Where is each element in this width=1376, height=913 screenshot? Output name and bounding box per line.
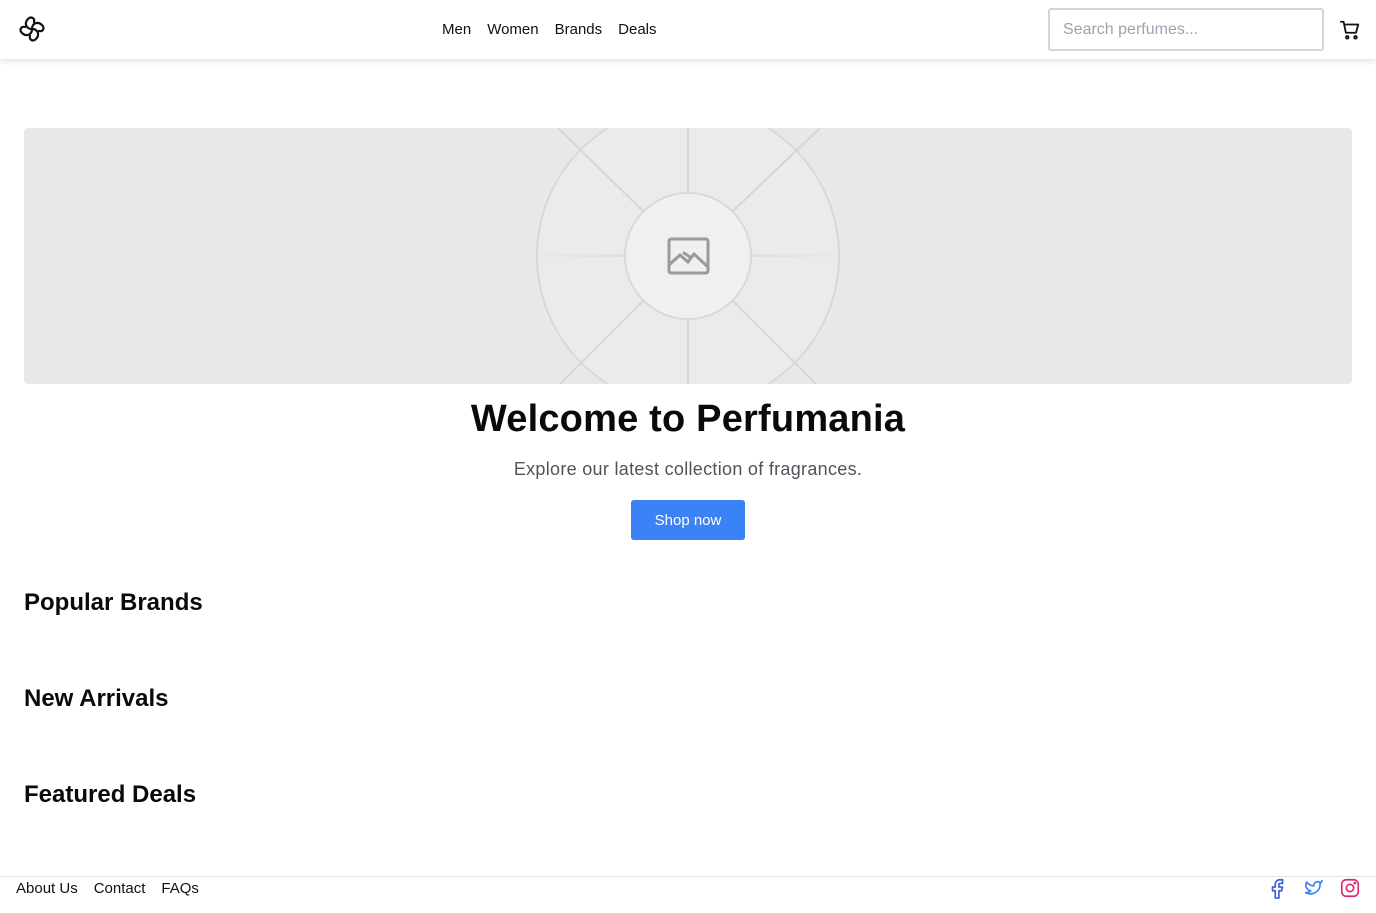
popular-brands-heading: Popular Brands [24,589,203,616]
footer-link-faqs[interactable]: FAQs [161,879,199,899]
nav-link-deals[interactable]: Deals [618,20,656,40]
footer-links: About Us Contact FAQs [16,879,199,899]
nav-link-men[interactable]: Men [442,20,471,40]
instagram-icon[interactable] [1339,877,1361,899]
hero-subtitle: Explore our latest collection of fragran… [513,459,863,479]
hero-banner [24,128,1352,384]
hero-title: Welcome to Perfumania [470,398,906,440]
footer-link-about-us[interactable]: About Us [16,879,78,899]
shop-now-button[interactable]: Shop now [631,500,745,540]
twitter-icon[interactable] [1302,877,1324,899]
main-nav: Men Women Brands Deals [442,20,657,40]
featured-deals-heading: Featured Deals [24,781,197,808]
facebook-icon[interactable] [1267,877,1289,899]
shopping-cart-icon[interactable] [1339,19,1361,41]
new-arrivals-heading: New Arrivals [24,685,169,712]
pinwheel-logo-icon[interactable] [16,13,48,45]
nav-link-brands[interactable]: Brands [555,20,603,40]
footer-link-contact[interactable]: Contact [94,879,146,899]
nav-link-women[interactable]: Women [487,20,538,40]
site-footer: About Us Contact FAQs [0,876,1376,913]
hero-placeholder-graphic [24,128,1352,384]
site-header: Men Women Brands Deals [0,0,1376,60]
search-input[interactable] [1048,8,1324,51]
